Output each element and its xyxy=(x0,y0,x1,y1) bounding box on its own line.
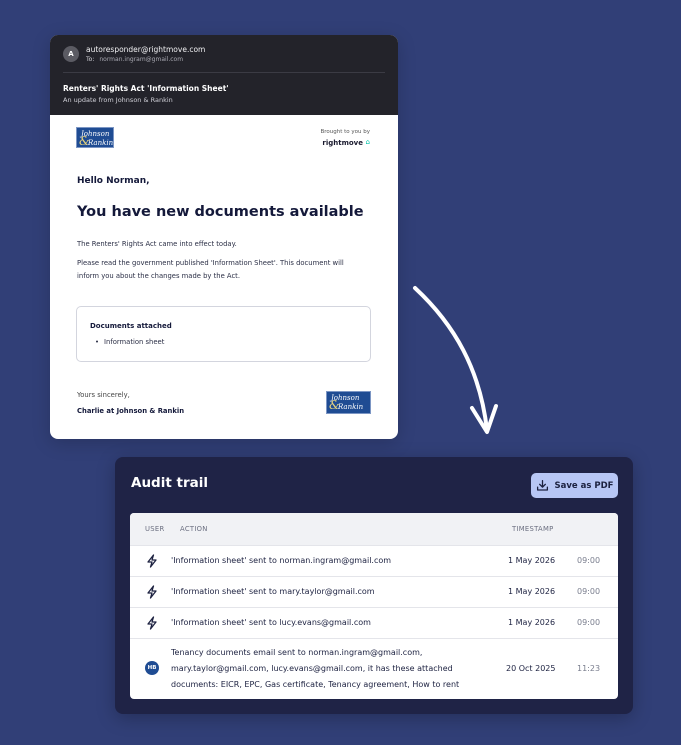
row-time: 09:00 xyxy=(577,556,601,565)
closing-line: Yours sincerely, xyxy=(77,391,130,399)
header-divider xyxy=(63,72,385,73)
row-action-line: mary.taylor@gmail.com, lucy.evans@gmail.… xyxy=(171,664,453,673)
lightning-icon xyxy=(147,616,157,630)
column-header-user[interactable]: USER xyxy=(145,525,165,533)
table-row[interactable]: 'Information sheet' sent to lucy.evans@g… xyxy=(130,607,618,638)
email-headline: You have new documents available xyxy=(77,204,364,220)
table-row[interactable]: 'Information sheet' sent to norman.ingra… xyxy=(130,545,618,576)
documents-attached-box: Documents attached • Information sheet xyxy=(76,306,371,362)
row-action: 'Information sheet' sent to norman.ingra… xyxy=(171,556,392,565)
download-icon xyxy=(536,479,548,491)
document-item[interactable]: • Information sheet xyxy=(95,338,164,346)
column-header-timestamp[interactable]: TIMESTAMP xyxy=(512,525,554,533)
row-date: 1 May 2026 xyxy=(508,618,556,627)
row-date: 20 Oct 2025 xyxy=(506,664,556,673)
to-label: To: xyxy=(86,56,95,63)
audit-trail-title: Audit trail xyxy=(131,475,208,491)
email-paragraph-1: The Renters' Rights Act came into effect… xyxy=(77,240,237,248)
audit-trail-panel: Audit trail Save as PDF USER ACTION TIME… xyxy=(115,457,633,714)
greeting: Hello Norman, xyxy=(77,176,150,186)
row-action-line: documents: EICR, EPC, Gas certificate, T… xyxy=(171,680,460,689)
row-time: 09:00 xyxy=(577,587,601,596)
lightning-icon xyxy=(147,554,157,568)
audit-table: USER ACTION TIMESTAMP 'Information sheet… xyxy=(130,513,618,699)
sender-avatar: A xyxy=(63,46,79,62)
email-paragraph-2: Please read the government published 'In… xyxy=(77,259,344,280)
signoff: Charlie at Johnson & Rankin xyxy=(77,407,185,415)
johnson-rankin-logo-footer: Johnson & Rankin xyxy=(326,391,371,414)
brought-to-you-by: Brought to you by xyxy=(320,129,370,135)
recipient-line: To: norman.ingram@gmail.com xyxy=(86,56,183,63)
row-action-line: Tenancy documents email sent to norman.i… xyxy=(171,648,423,657)
johnson-rankin-logo: Johnson & Rankin xyxy=(76,127,114,148)
sender-email: autoresponder@rightmove.com xyxy=(86,45,206,54)
curved-arrow-icon xyxy=(413,286,498,434)
email-subject: Renters' Rights Act 'Information Sheet' xyxy=(63,84,229,93)
row-date: 1 May 2026 xyxy=(508,556,556,565)
row-time: 11:23 xyxy=(577,664,601,673)
recipient-email: norman.ingram@gmail.com xyxy=(99,56,184,63)
email-header: A autoresponder@rightmove.com To: norman.… xyxy=(50,35,398,115)
table-row[interactable]: 'Information sheet' sent to mary.taylor@… xyxy=(130,576,618,607)
bullet-icon: • xyxy=(95,338,100,346)
save-as-pdf-label: Save as PDF xyxy=(554,480,614,491)
row-date: 1 May 2026 xyxy=(508,587,556,596)
document-item-label: Information sheet xyxy=(104,338,165,346)
row-action: 'Information sheet' sent to lucy.evans@g… xyxy=(171,618,371,627)
row-action: Tenancy documents email sent to norman.i… xyxy=(171,645,459,693)
user-avatar: HB xyxy=(145,661,159,675)
rightmove-logo: rightmove xyxy=(322,139,363,147)
column-header-action[interactable]: ACTION xyxy=(180,525,208,533)
documents-attached-title: Documents attached xyxy=(90,322,172,330)
row-action: 'Information sheet' sent to mary.taylor@… xyxy=(171,587,375,596)
table-row[interactable]: HB Tenancy documents email sent to norma… xyxy=(130,638,618,699)
email-preview-card: A autoresponder@rightmove.com To: norman.… xyxy=(50,35,398,439)
rightmove-house-icon: ⌂ xyxy=(365,138,370,146)
row-time: 09:00 xyxy=(577,618,601,627)
save-as-pdf-button[interactable]: Save as PDF xyxy=(531,473,618,498)
email-update-from: An update from Johnson & Rankin xyxy=(63,96,173,104)
table-header: USER ACTION TIMESTAMP xyxy=(130,513,618,545)
lightning-icon xyxy=(147,585,157,599)
